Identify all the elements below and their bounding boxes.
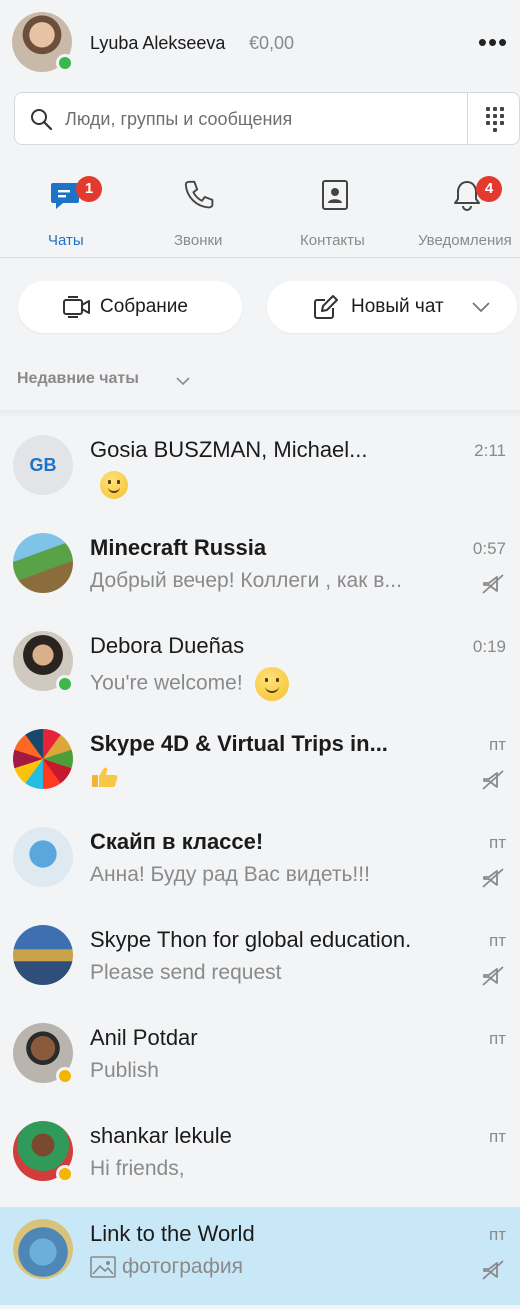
skype-credit-balance[interactable]: €0,00 [249, 33, 294, 54]
chats-unread-badge: 1 [76, 176, 102, 202]
chat-preview [90, 765, 462, 789]
compose-icon [314, 295, 338, 319]
tab-notifications[interactable]: 4 Уведомления [416, 172, 520, 252]
user-name[interactable]: Lyuba Alekseeva [90, 33, 225, 54]
tab-contacts-label: Контакты [300, 232, 365, 249]
search-bar [14, 92, 520, 145]
chat-time: пт [489, 1127, 506, 1146]
list-divider [0, 410, 520, 418]
thumbs-up-emoji-icon [92, 768, 118, 788]
chat-time: пт [489, 735, 506, 754]
chat-time: пт [489, 833, 506, 852]
presence-away-dot [56, 1165, 74, 1183]
more-options-button[interactable]: ••• [470, 24, 516, 60]
chat-time: пт [489, 1225, 506, 1244]
chat-time: 0:19 [472, 637, 506, 656]
chat-preview-text: фотография [122, 1255, 243, 1278]
avatar [13, 925, 73, 985]
dialpad-icon [486, 107, 504, 132]
chat-row-skype-v-klasse[interactable]: Скайп в классе! Анна! Буду рад Вас видет… [0, 815, 520, 913]
tab-chats[interactable]: 1 Чаты [36, 172, 102, 252]
mute-icon [482, 1260, 504, 1280]
chat-name: Debora Dueñas [90, 633, 245, 658]
chat-preview-text: You're welcome! [90, 671, 243, 695]
presence-online-dot [56, 675, 74, 693]
recent-chats-header[interactable]: Недавние чаты [17, 370, 139, 388]
chevron-down-icon[interactable] [174, 372, 192, 390]
phone-icon [184, 180, 214, 209]
chat-row-minecraft-russia[interactable]: Minecraft Russia Добрый вечер! Коллеги ,… [0, 521, 520, 619]
new-chat-label: Новый чат [351, 296, 444, 317]
chat-row-skype-thon[interactable]: Skype Thon for global education. Please … [0, 913, 520, 1011]
chat-name: Minecraft Russia [90, 535, 267, 560]
main-tabs: 1 Чаты Звонки Контакты 4 Уведомления [0, 160, 520, 258]
chat-row-anil-potdar[interactable]: Anil Potdar Publish пт [0, 1011, 520, 1109]
search-icon [31, 109, 53, 131]
tab-chats-label: Чаты [48, 232, 84, 249]
mute-icon [482, 770, 504, 790]
chat-preview: You're welcome! [90, 667, 462, 701]
chat-preview: Анна! Буду рад Вас видеть!!! [90, 863, 370, 886]
meet-now-button[interactable]: Собрание [18, 281, 242, 333]
chat-name: Skype 4D & Virtual Trips in... [90, 731, 388, 756]
chat-name: shankar lekule [90, 1123, 232, 1148]
chat-name: Skype Thon for global education. [90, 927, 412, 952]
contacts-icon [322, 180, 348, 210]
tab-calls-label: Звонки [174, 232, 223, 249]
smile-emoji-icon [254, 667, 289, 701]
chat-name: Anil Potdar [90, 1025, 198, 1050]
chat-row-debora-duenas[interactable]: Debora Dueñas You're welcome! 0:19 [0, 619, 520, 717]
tab-notifications-label: Уведомления [418, 232, 512, 249]
mute-icon [482, 966, 504, 986]
chat-preview: Добрый вечер! Коллеги , как в... [90, 569, 402, 592]
avatar [13, 729, 73, 789]
chat-row-gosia-buszman[interactable]: GB Gosia BUSZMAN, Michael... 2:11 [0, 423, 520, 521]
notifications-badge: 4 [476, 176, 502, 202]
tab-calls[interactable]: Звонки [166, 172, 236, 252]
chat-time: пт [489, 1029, 506, 1048]
chat-preview: фотография [90, 1255, 462, 1279]
online-status-dot [56, 54, 74, 72]
avatar: GB [13, 435, 73, 495]
avatar [13, 827, 73, 887]
mute-icon [482, 574, 504, 594]
chat-time: пт [489, 931, 506, 950]
chat-name: Скайп в классе! [90, 829, 264, 854]
chat-preview: Please send request [90, 961, 282, 984]
avatar [13, 1219, 73, 1279]
chat-row-skype-4d[interactable]: Skype 4D & Virtual Trips in... пт [0, 717, 520, 815]
chat-row-link-to-the-world[interactable]: Link to the World фотография пт [0, 1207, 520, 1305]
video-camera-icon [63, 296, 90, 318]
meet-now-label: Собрание [100, 296, 188, 317]
chat-time: 2:11 [474, 441, 506, 460]
tab-contacts[interactable]: Контакты [296, 172, 376, 252]
avatar [13, 533, 73, 593]
dialpad-button[interactable] [467, 93, 519, 144]
chat-preview: Hi friends, [90, 1157, 185, 1180]
chat-preview [90, 471, 462, 499]
new-chat-button[interactable]: Новый чат [267, 281, 517, 333]
smile-emoji-icon [100, 471, 128, 499]
image-icon [90, 1256, 116, 1279]
chat-time: 0:57 [472, 539, 506, 558]
search-input[interactable] [65, 103, 465, 135]
chat-name: Gosia BUSZMAN, Michael... [90, 437, 368, 462]
chat-row-shankar-lekule[interactable]: shankar lekule Hi friends, пт [0, 1109, 520, 1207]
chevron-down-icon[interactable] [471, 300, 491, 314]
mute-icon [482, 868, 504, 888]
chat-preview: Publish [90, 1059, 159, 1082]
profile-header: Lyuba Alekseeva €0,00 ••• [0, 0, 520, 88]
presence-away-dot [56, 1067, 74, 1085]
chat-name: Link to the World [90, 1221, 255, 1246]
